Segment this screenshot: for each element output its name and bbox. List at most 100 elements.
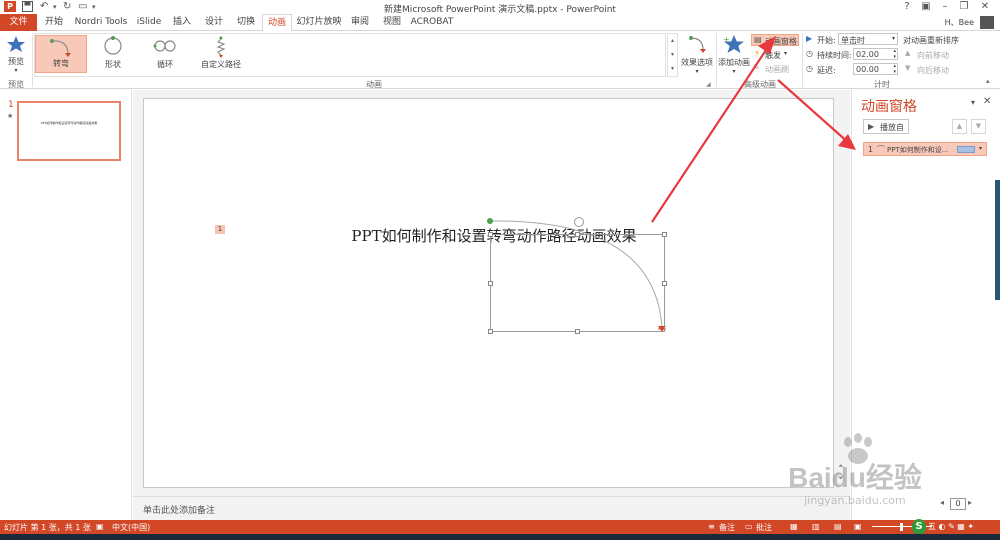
language-label[interactable]: 中文(中国) bbox=[112, 522, 150, 533]
svg-text:+: + bbox=[723, 35, 730, 44]
duration-icon: ◷ bbox=[806, 49, 813, 58]
path-selection-box[interactable] bbox=[490, 234, 665, 332]
tab-design[interactable]: 设计 bbox=[200, 14, 228, 31]
delay-spinner-icon[interactable]: ▴ ▾ bbox=[893, 63, 896, 75]
user-name[interactable]: H、Bee bbox=[906, 14, 976, 31]
animation-shapes[interactable]: 形状 bbox=[87, 35, 139, 73]
move-up-icon[interactable]: ▲ bbox=[952, 119, 967, 134]
duration-spinner-icon[interactable]: ▴ ▾ bbox=[893, 48, 896, 60]
vertical-scrollbar[interactable] bbox=[836, 98, 848, 488]
zoom-thumb[interactable] bbox=[900, 523, 903, 531]
notes-toggle-icon[interactable]: ≡ bbox=[708, 522, 715, 531]
animation-item-index: 1 bbox=[868, 145, 874, 154]
zoom-next-icon[interactable]: ▸ bbox=[968, 498, 972, 507]
resize-handle[interactable] bbox=[488, 329, 493, 334]
star-preview-icon bbox=[7, 36, 25, 52]
animation-turns[interactable]: 转弯 bbox=[35, 35, 87, 73]
tab-slideshow[interactable]: 幻灯片放映 bbox=[296, 14, 342, 31]
user-avatar[interactable] bbox=[980, 16, 994, 29]
start-select[interactable]: 单击时 ▾ bbox=[838, 33, 898, 45]
collapse-ribbon-icon[interactable]: ▴ bbox=[986, 77, 990, 85]
resize-handle[interactable] bbox=[488, 232, 493, 237]
tab-islide[interactable]: iSlide bbox=[134, 14, 164, 31]
comments-icon[interactable]: ▭ bbox=[745, 522, 753, 531]
normal-view-icon[interactable]: ▦ bbox=[790, 522, 798, 531]
gallery-scroll[interactable]: ▴ ▾ ▾ bbox=[667, 33, 678, 77]
resize-handle[interactable] bbox=[662, 281, 667, 286]
animation-pane-button[interactable]: ▤ 动画窗格 bbox=[751, 34, 799, 46]
reading-view-icon[interactable]: ▤ bbox=[834, 522, 842, 531]
preview-button[interactable]: 预览 ▾ bbox=[4, 35, 28, 75]
minimize-button[interactable]: – bbox=[936, 0, 954, 14]
tab-animations[interactable]: 动画 bbox=[262, 14, 292, 32]
os-taskbar bbox=[0, 534, 1000, 540]
notes-toggle-label[interactable]: 备注 bbox=[719, 522, 735, 533]
comments-label[interactable]: 批注 bbox=[756, 522, 772, 533]
start-select-chevron-icon: ▾ bbox=[891, 35, 895, 42]
animation-custom-path-label: 自定义路径 bbox=[201, 60, 241, 69]
animation-painter-icon: ✎ bbox=[753, 63, 760, 72]
duration-input[interactable]: 02.00 ▴ ▾ bbox=[853, 48, 898, 60]
animation-loops-label: 循环 bbox=[157, 60, 173, 69]
animation-item-dropdown-icon[interactable]: ▾ bbox=[979, 145, 982, 152]
spell-check-icon[interactable]: ▣ bbox=[96, 522, 104, 531]
rotate-handle-icon[interactable] bbox=[574, 217, 584, 227]
play-from-button[interactable]: ▶ 播放自 bbox=[863, 119, 909, 134]
status-bar: 幻灯片 第 1 张，共 1 张 ▣ 中文(中国) ≡ 备注 ▭ 批注 ▦ ▥ ▤… bbox=[0, 520, 1000, 534]
move-earlier-label: 向前移动 bbox=[917, 51, 949, 60]
animation-painter-button[interactable]: ✎ 动画刷 bbox=[751, 63, 799, 75]
close-button[interactable]: ✕ bbox=[976, 0, 994, 14]
help-button[interactable]: ? bbox=[898, 0, 916, 14]
shapes-path-icon bbox=[104, 36, 122, 55]
animation-dialog-launcher-icon[interactable]: ◢ bbox=[706, 81, 711, 88]
input-method-icon[interactable]: S bbox=[912, 519, 926, 535]
animation-loops[interactable]: 循环 bbox=[139, 35, 191, 73]
ribbon: 预览 ▾ 预览 转弯 形状 循环 自定义路径 ▴ ▾ ▾ 效果选项 ▾ 动画 ◢… bbox=[0, 31, 1000, 89]
move-later-button[interactable]: ▼ 向后移动 bbox=[905, 64, 965, 76]
resize-handle[interactable] bbox=[662, 232, 667, 237]
animation-order-tag[interactable]: 1 bbox=[215, 225, 225, 234]
tab-insert[interactable]: 插入 bbox=[168, 14, 196, 31]
effect-options-button[interactable]: 效果选项 ▾ bbox=[680, 34, 714, 76]
tab-view[interactable]: 视图 bbox=[378, 14, 406, 31]
tab-file[interactable]: 文件 bbox=[0, 14, 37, 31]
delay-icon: ◷ bbox=[806, 64, 813, 73]
animation-pane-title: 动画窗格 bbox=[861, 99, 917, 115]
animation-shapes-label: 形状 bbox=[105, 60, 121, 69]
animation-turns-label: 转弯 bbox=[53, 59, 69, 68]
animation-pane-icon: ▤ bbox=[754, 35, 762, 44]
resize-handle[interactable] bbox=[575, 232, 580, 237]
ribbon-display-options-icon[interactable]: ▣ bbox=[917, 0, 935, 14]
slideshow-view-icon[interactable]: ▣ bbox=[854, 522, 862, 531]
resize-handle[interactable] bbox=[488, 281, 493, 286]
move-earlier-button[interactable]: ▲ 向前移动 bbox=[905, 49, 965, 61]
animation-painter-label: 动画刷 bbox=[765, 65, 789, 74]
slide-sorter-icon[interactable]: ▥ bbox=[812, 522, 820, 531]
move-down-icon[interactable]: ▼ bbox=[971, 119, 986, 134]
delay-input[interactable]: 00.00 ▴ ▾ bbox=[853, 63, 898, 75]
zoom-prev-icon[interactable]: ◂ bbox=[940, 498, 944, 507]
move-earlier-icon: ▲ bbox=[905, 49, 911, 57]
slide-canvas[interactable]: 1 PPT如何制作和设置转弯动作路径动画效果 bbox=[143, 98, 834, 488]
add-animation-button[interactable]: + 添加动画 ▾ bbox=[718, 34, 750, 76]
animation-custom-path[interactable]: 自定义路径 bbox=[191, 35, 251, 73]
resize-handle[interactable] bbox=[575, 329, 580, 334]
trigger-button[interactable]: ⚡ 触发 ▾ bbox=[751, 49, 799, 61]
tab-review[interactable]: 审阅 bbox=[346, 14, 374, 31]
animation-list-item[interactable]: 1 ⌒ PPT如何制作和设... ▾ bbox=[863, 142, 987, 156]
tab-nordri-tools[interactable]: Nordri Tools bbox=[72, 14, 130, 31]
tab-transitions[interactable]: 切换 bbox=[232, 14, 260, 31]
ime-mode-icon[interactable]: 五 ◐ ✎ ▦ ✦ bbox=[928, 521, 974, 532]
group-divider bbox=[32, 33, 33, 87]
pane-close-icon[interactable]: ✕ bbox=[983, 96, 991, 107]
zoom-value[interactable]: 0 bbox=[950, 498, 966, 510]
notes-pane[interactable]: 单击此处添加备注 bbox=[133, 496, 850, 520]
tab-home[interactable]: 开始 bbox=[40, 14, 68, 31]
animation-path-icon: ⌒ bbox=[877, 145, 885, 154]
tab-acrobat[interactable]: ACROBAT bbox=[410, 14, 454, 31]
pane-options-dropdown-icon[interactable]: ▾ bbox=[971, 98, 975, 107]
group-label-timing: 计时 bbox=[874, 80, 890, 89]
slide-thumbnails-pane: 1 ★ PPT如何制作和设置转弯动作路径动画效果 bbox=[0, 90, 132, 520]
slide-thumbnail[interactable]: PPT如何制作和设置转弯动作路径动画效果 bbox=[17, 101, 121, 161]
restore-button[interactable]: ❐ bbox=[955, 0, 973, 14]
